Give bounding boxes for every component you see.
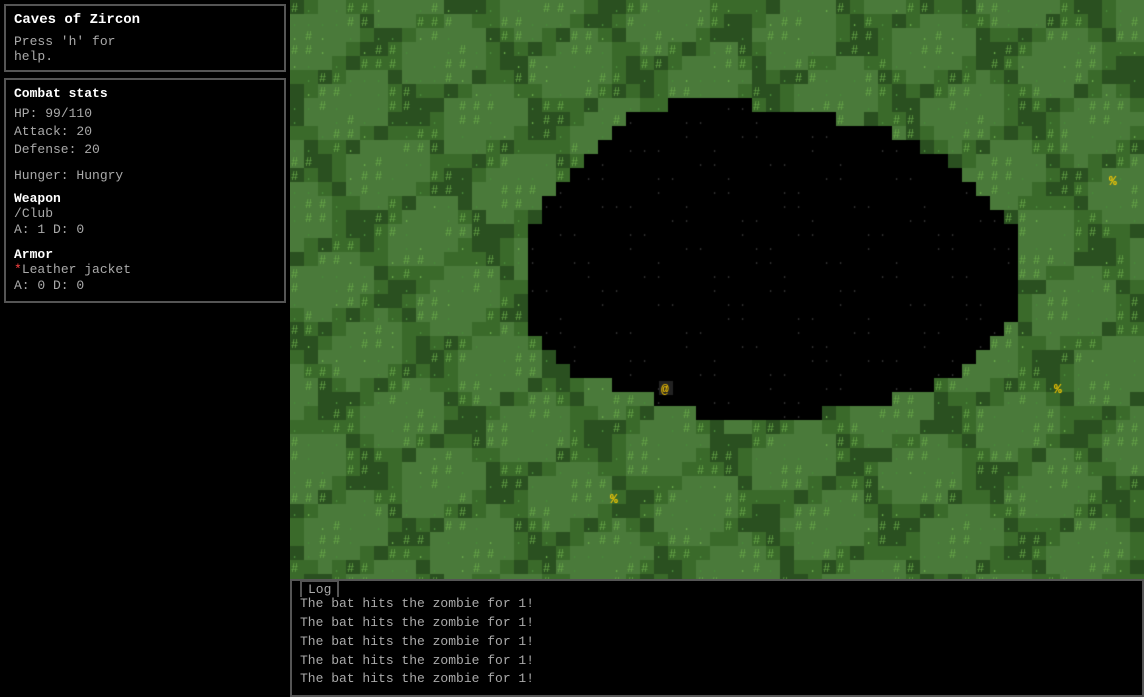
attack-value: 20 [76,124,92,139]
log-messages: The bat hits the zombie for 1!The bat hi… [292,591,1142,693]
armor-section: Armor *Leather jacket A: 0 D: 0 [14,247,276,295]
weapon-section: Weapon /Club A: 1 D: 0 [14,191,276,239]
log-line: The bat hits the zombie for 1! [300,652,1134,671]
armor-icon: * [14,262,22,277]
stats-title: Combat stats [14,86,276,101]
weapon-name: /Club [14,206,276,221]
hp-value: 99/110 [45,106,92,121]
hp-line: HP: 99/110 [14,105,276,123]
defense-value: 20 [84,142,100,157]
sidebar: Caves of Zircon Press 'h' forhelp. Comba… [0,0,290,697]
game-canvas [290,0,1144,579]
weapon-icon: / [14,206,22,221]
log-line: The bat hits the zombie for 1! [300,614,1134,633]
defense-line: Defense: 20 [14,141,276,159]
game-title: Caves of Zircon [14,12,276,28]
cave-map [290,0,1144,579]
attack-label: Attack: [14,124,69,139]
main-area: Log The bat hits the zombie for 1!The ba… [290,0,1144,697]
hunger-label: Hunger: [14,168,69,183]
defense-label: Defense: [14,142,76,157]
log-line: The bat hits the zombie for 1! [300,670,1134,689]
hp-label: HP: [14,106,37,121]
log-panel: Log The bat hits the zombie for 1!The ba… [290,579,1144,697]
title-panel: Caves of Zircon Press 'h' forhelp. [4,4,286,72]
app: Caves of Zircon Press 'h' forhelp. Comba… [0,0,1144,697]
weapon-title: Weapon [14,191,276,206]
log-tab: Log [300,580,339,597]
armor-name: *Leather jacket [14,262,276,277]
log-line: The bat hits the zombie for 1! [300,633,1134,652]
armor-stats: A: 0 D: 0 [14,277,276,295]
weapon-stats: A: 1 D: 0 [14,221,276,239]
hunger-line: Hunger: Hungry [14,168,276,183]
log-line: The bat hits the zombie for 1! [300,595,1134,614]
help-text: Press 'h' forhelp. [14,34,276,64]
attack-line: Attack: 20 [14,123,276,141]
armor-title: Armor [14,247,276,262]
stats-panel: Combat stats HP: 99/110 Attack: 20 Defen… [4,78,286,303]
hunger-value: Hungry [76,168,123,183]
